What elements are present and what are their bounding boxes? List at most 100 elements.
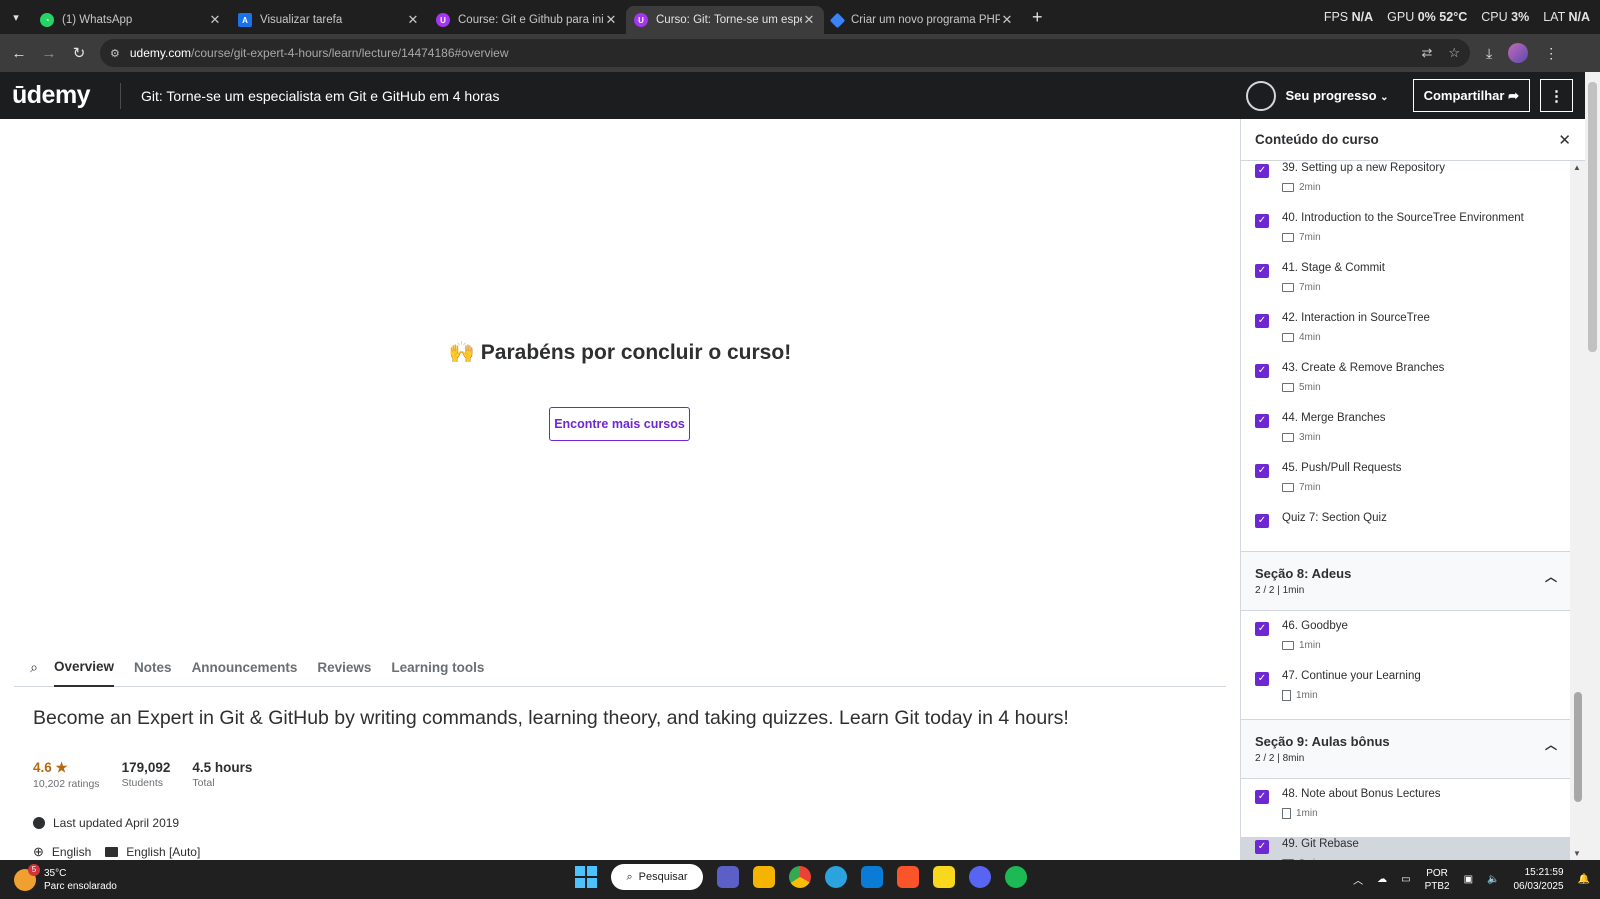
lecture-item[interactable]: ✓ 45. Push/Pull Requests 7min [1241,461,1571,511]
onedrive-cloud-icon[interactable]: ☁ [1377,874,1387,885]
lecture-item[interactable]: ✓ 43. Create & Remove Branches 5min [1241,361,1571,411]
lecture-item[interactable]: ✓ 42. Interaction in SourceTree 4min [1241,311,1571,361]
hours-value: 4.5 hours [192,760,253,775]
section-header[interactable]: Seção 9: Aulas bônus 2 / 2 | 8min ︿ [1241,719,1571,779]
language-indicator[interactable]: POR PTB2 [1425,867,1450,893]
chevron-up-icon[interactable]: ︿ [1353,872,1363,887]
completed-checkbox[interactable]: ✓ [1255,672,1269,686]
section-title: Seção 8: Adeus [1255,566,1352,581]
forward-arrow-icon[interactable]: → [34,45,64,62]
scrollbar-thumb[interactable] [1588,82,1597,352]
lecture-item[interactable]: ✓ 48. Note about Bonus Lectures 1min [1241,787,1571,837]
lecture-item[interactable]: ✓ 49. Git Rebase8min [1241,837,1571,860]
rating-stat: 4.6 ★ 10,202 ratings [33,760,100,790]
download-icon[interactable]: ⤓ [1486,45,1492,62]
browser-tab-curso-git-active[interactable]: U Curso: Git: Torne-se um especia ✕ [626,6,824,34]
share-button[interactable]: Compartilhar ➦ [1412,79,1530,112]
discord-icon[interactable] [969,866,991,888]
completed-checkbox[interactable]: ✓ [1255,364,1269,378]
udemy-logo[interactable]: ūdemy [12,81,102,110]
lecture-item[interactable]: ✓ 46. Goodbye 1min [1241,619,1571,669]
translate-icon[interactable]: ⇄ [1421,45,1432,61]
taskbar-search[interactable]: ⌕ Pesquisar [611,864,703,890]
lecture-info: 39. Setting up a new Repository 2min [1282,161,1445,211]
completed-checkbox[interactable]: ✓ [1255,622,1269,636]
telegram-icon[interactable] [825,866,847,888]
close-icon[interactable]: ✕ [406,12,420,28]
scroll-up-arrow-icon[interactable]: ▲ [1573,163,1581,172]
search-icon[interactable]: ⌕ [14,659,54,676]
browser-tab-criar-programa-php[interactable]: Criar um novo programa PHP - ✕ [824,6,1022,34]
lecture-item[interactable]: ✓ 44. Merge Branches 3min [1241,411,1571,461]
tab-learning-tools[interactable]: Learning tools [391,649,484,687]
progress-ring-icon[interactable] [1245,80,1276,111]
close-icon[interactable]: ✕ [1000,12,1014,28]
lecture-item[interactable]: ✓ 47. Continue your Learning 1min [1241,669,1571,719]
completed-checkbox[interactable]: ✓ [1255,264,1269,278]
spotify-icon[interactable] [1005,866,1027,888]
reload-icon[interactable]: ↻ [64,44,94,62]
bookmark-star-icon[interactable]: ☆ [1448,45,1460,61]
notification-bell-icon[interactable]: 🔔 [1578,874,1590,885]
monitor-icon[interactable]: ▭ [1401,874,1410,885]
progress-dropdown[interactable]: Seu progresso ⌄ [1286,88,1389,103]
completed-checkbox[interactable]: ✓ [1255,464,1269,478]
lecture-item[interactable]: ✓ 39. Setting up a new Repository 2min [1241,161,1571,211]
section-header[interactable]: Seção 8: Adeus 2 / 2 | 1min ︿ [1241,551,1571,611]
browser-tab-whatsapp[interactable]: ◔ (1) WhatsApp ✕ [32,6,230,34]
sticky-notes-icon[interactable] [933,866,955,888]
completed-checkbox[interactable]: ✓ [1255,840,1269,854]
browser-tab-course-git-github[interactable]: U Course: Git e Github para inicia ✕ [428,6,626,34]
lecture-item[interactable]: ✓ Quiz 7: Section Quiz [1241,511,1571,551]
page-scrollbar[interactable] [1585,72,1600,860]
teams-icon[interactable] [717,866,739,888]
star-icon: ★ [55,760,68,775]
video-play-icon [1282,183,1294,192]
completed-checkbox[interactable]: ✓ [1255,414,1269,428]
site-info-icon[interactable]: ⚙ [110,47,120,60]
close-icon[interactable]: ✕ [1558,131,1571,149]
profile-avatar[interactable] [1508,43,1529,63]
completed-checkbox[interactable]: ✓ [1255,314,1269,328]
close-icon[interactable]: ✕ [604,12,618,28]
tab-notes[interactable]: Notes [134,649,172,687]
volume-icon[interactable]: 🔈 [1487,874,1499,885]
weather-widget[interactable]: 5 35°C Parc ensolarado [14,863,214,893]
lecture-duration: 3min [1282,432,1386,443]
completed-checkbox[interactable]: ✓ [1255,790,1269,804]
file-explorer-icon[interactable] [753,866,775,888]
tab-overview[interactable]: Overview [54,649,115,687]
lecture-info: 43. Create & Remove Branches 5min [1282,361,1444,411]
address-bar[interactable]: ⚙ udemy.com/course/git-expert-4-hours/le… [100,39,1470,67]
vscode-icon[interactable] [861,866,883,888]
sidebar-header: Conteúdo do curso ✕ [1241,119,1585,161]
chrome-icon[interactable] [789,866,811,888]
course-title[interactable]: Git: Torne-se um especialista em Git e G… [141,88,499,104]
clock[interactable]: 15:21:59 06/03/2025 [1513,866,1563,894]
new-tab-plus-icon[interactable]: + [1032,7,1052,28]
lecture-item[interactable]: ✓ 40. Introduction to the SourceTree Envi… [1241,211,1571,261]
find-more-courses-button[interactable]: Encontre mais cursos [549,407,690,441]
close-icon[interactable]: ✕ [208,12,222,28]
close-icon[interactable]: ✕ [802,12,816,28]
windows-start-icon[interactable] [575,866,597,888]
network-icon[interactable]: ▣ [1464,874,1473,885]
lecture-item[interactable]: ✓ 41. Stage & Commit 7min [1241,261,1571,311]
scrollbar-thumb[interactable] [1574,692,1582,802]
more-options-button[interactable]: ⋮ [1540,79,1573,112]
sidebar-scrollbar[interactable]: ▲ ▼ [1570,161,1585,860]
tab-reviews[interactable]: Reviews [317,649,371,687]
tab-search-chevron-icon[interactable]: ▾ [0,0,32,34]
completed-checkbox[interactable]: ✓ [1255,514,1269,528]
scroll-down-arrow-icon[interactable]: ▼ [1573,849,1581,858]
completed-checkbox[interactable]: ✓ [1255,164,1269,178]
browser-tab-visualizar-tarefa[interactable]: A Visualizar tarefa ✕ [230,6,428,34]
brave-icon[interactable] [897,866,919,888]
back-arrow-icon[interactable]: ← [4,45,34,62]
lecture-duration: 4min [1282,332,1430,343]
captions-icon [105,847,119,857]
lecture-info: 49. Git Rebase8min [1282,837,1359,860]
completed-checkbox[interactable]: ✓ [1255,214,1269,228]
tab-announcements[interactable]: Announcements [192,649,298,687]
browser-menu-icon[interactable]: ⋮ [1544,45,1558,62]
